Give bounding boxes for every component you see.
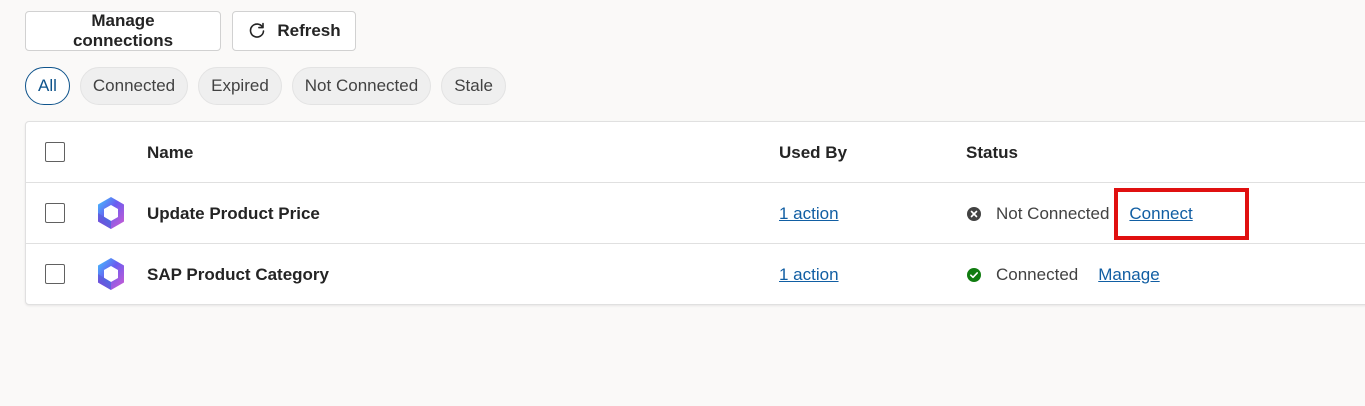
- copilot-app-icon: [93, 195, 129, 231]
- column-header-used-by[interactable]: Used By: [779, 122, 847, 183]
- filter-all[interactable]: All: [25, 67, 70, 105]
- table-row: SAP Product Category 1 action Connected …: [26, 244, 1365, 305]
- connection-name: SAP Product Category: [147, 264, 330, 284]
- row-checkbox[interactable]: [45, 264, 65, 284]
- checkmark-circle-icon: [966, 267, 982, 283]
- manage-connections-label: Manage connections: [72, 11, 174, 50]
- select-all-checkbox[interactable]: [45, 142, 65, 162]
- connections-table: Name Used By Status Update Product Price…: [25, 121, 1365, 305]
- filter-expired[interactable]: Expired: [198, 67, 282, 105]
- filter-stale[interactable]: Stale: [441, 67, 506, 105]
- refresh-button[interactable]: Refresh: [232, 11, 356, 51]
- column-header-name[interactable]: Name: [147, 122, 193, 183]
- column-header-status[interactable]: Status: [966, 122, 1018, 183]
- table-header-row: Name Used By Status: [26, 122, 1365, 183]
- copilot-app-icon: [93, 256, 129, 292]
- status-filter-pills: All Connected Expired Not Connected Stal…: [25, 67, 506, 105]
- toolbar: Manage connections Refresh: [25, 11, 356, 51]
- manage-connections-button[interactable]: Manage connections: [25, 11, 221, 51]
- filter-not-connected[interactable]: Not Connected: [291, 67, 432, 105]
- status-cell: Not Connected Connect: [966, 183, 1193, 244]
- used-by-link[interactable]: 1 action: [779, 265, 839, 285]
- used-by-link[interactable]: 1 action: [779, 204, 839, 224]
- dismiss-circle-icon: [966, 206, 982, 222]
- used-by-cell: 1 action: [779, 183, 839, 244]
- connection-name: Update Product Price: [147, 203, 320, 223]
- connect-link[interactable]: Connect: [1129, 204, 1192, 224]
- used-by-cell: 1 action: [779, 244, 839, 305]
- manage-link[interactable]: Manage: [1098, 265, 1159, 285]
- row-checkbox[interactable]: [45, 203, 65, 223]
- filter-connected[interactable]: Connected: [79, 67, 189, 105]
- status-text: Connected: [996, 264, 1079, 284]
- table-row: Update Product Price 1 action Not Connec…: [26, 183, 1365, 244]
- status-cell: Connected Manage: [966, 244, 1160, 305]
- status-text: Not Connected: [996, 203, 1110, 223]
- refresh-icon: [247, 21, 267, 41]
- refresh-label: Refresh: [277, 21, 341, 40]
